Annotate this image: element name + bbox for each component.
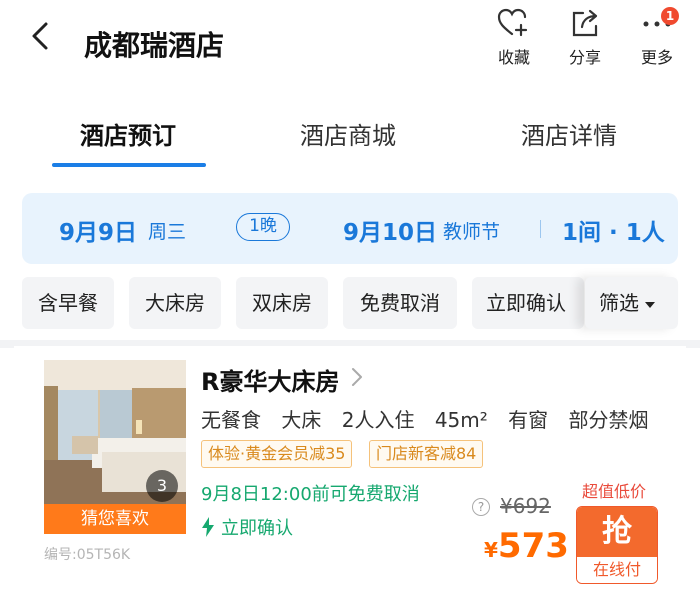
guess-you-like-banner: 猜您喜欢 [44,504,186,534]
online-pay-label: 在线付 [577,557,657,583]
fact-window: 有窗 [508,408,549,432]
chevron-right-icon [352,368,362,386]
tab-booking[interactable]: 酒店预订 [80,116,176,151]
free-cancel-text: 9月8日12:00前可免费取消 [201,484,420,505]
share-icon [572,9,598,37]
share-label: 分享 [568,48,601,67]
fact-occupancy: 2人入住 [341,408,415,432]
fact-bed: 大床 [281,408,322,432]
room-facts: 无餐食 大床 2人入住 45m² 有窗 部分禁烟 [201,404,662,433]
caret-down-icon [645,301,655,308]
checkin-date[interactable]: 9月9日 [59,213,137,247]
filter-more-button[interactable]: 筛选 [585,277,678,329]
currency-symbol: ¥ [484,538,498,562]
filter-twin-bed[interactable]: 双床房 [236,277,328,329]
rooms-guests[interactable]: 1间 · 1人 [562,213,665,247]
price-help-icon[interactable]: ? [472,498,490,516]
grab-button[interactable]: 抢 在线付 [576,506,658,584]
nights-badge: 1晚 [236,213,290,241]
room-photo[interactable]: 3 [44,360,186,508]
photo-count: 3 [146,470,178,502]
favorite-button[interactable]: 收藏 [484,8,544,68]
price-value: 573 [497,526,569,566]
original-price: ¥692 [500,494,551,518]
favorite-label: 收藏 [497,48,530,67]
filter-breakfast[interactable]: 含早餐 [22,277,114,329]
divider [540,220,541,238]
filter-king-bed[interactable]: 大床房 [129,277,221,329]
more-label: 更多 [640,48,673,67]
tab-mall[interactable]: 酒店商城 [300,116,396,151]
tab-details[interactable]: 酒店详情 [521,116,617,151]
checkout-holiday: 教师节 [443,221,501,243]
new-customer-tag: 门店新客减84 [369,440,484,468]
filter-free-cancel[interactable]: 免费取消 [343,277,457,329]
filter-instant-confirm[interactable]: 立即确认 [472,277,584,329]
chevron-left-icon [32,22,48,50]
tab-active-indicator [52,163,206,167]
filter-bar: 含早餐 大床房 双床房 免费取消 立即确认 筛选 [0,277,700,331]
room-code: 编号:05T56K [44,547,131,563]
deal-label: 超值低价 [582,482,647,501]
checkin-weekday: 周三 [148,221,187,243]
current-price: ¥573 [484,526,569,566]
hotel-title: 成都瑞酒店 [84,29,225,62]
notification-badge: 1 [661,7,679,25]
share-button[interactable]: 分享 [555,8,615,68]
fact-meal: 无餐食 [201,408,261,432]
top-bar: 成都瑞酒店 收藏 分享 更多 1 [0,0,700,90]
tab-bar: 酒店预订 酒店商城 酒店详情 [0,100,700,170]
date-selector[interactable]: 9月9日 周三 1晚 9月10日 教师节 1间 · 1人 [22,193,678,264]
filter-more-label: 筛选 [599,291,639,315]
lightning-icon [202,517,214,537]
more-button[interactable]: 更多 1 [627,7,687,68]
heart-plus-icon [497,8,528,37]
fact-smoking: 部分禁烟 [568,408,649,432]
back-button[interactable] [24,18,60,54]
instant-confirm: 立即确认 [201,514,293,540]
checkout-date[interactable]: 9月10日 [343,213,437,247]
member-discount-tag: 体验·黄金会员减35 [201,440,353,468]
fact-area: 45m² [434,408,488,432]
grab-label: 抢 [577,507,657,557]
room-card[interactable]: 3 猜您喜欢 编号:05T56K R豪华大床房 无餐食 大床 2人入住 45m²… [14,346,686,602]
instant-confirm-label: 立即确认 [221,518,293,539]
room-name[interactable]: R豪华大床房 [201,362,339,397]
